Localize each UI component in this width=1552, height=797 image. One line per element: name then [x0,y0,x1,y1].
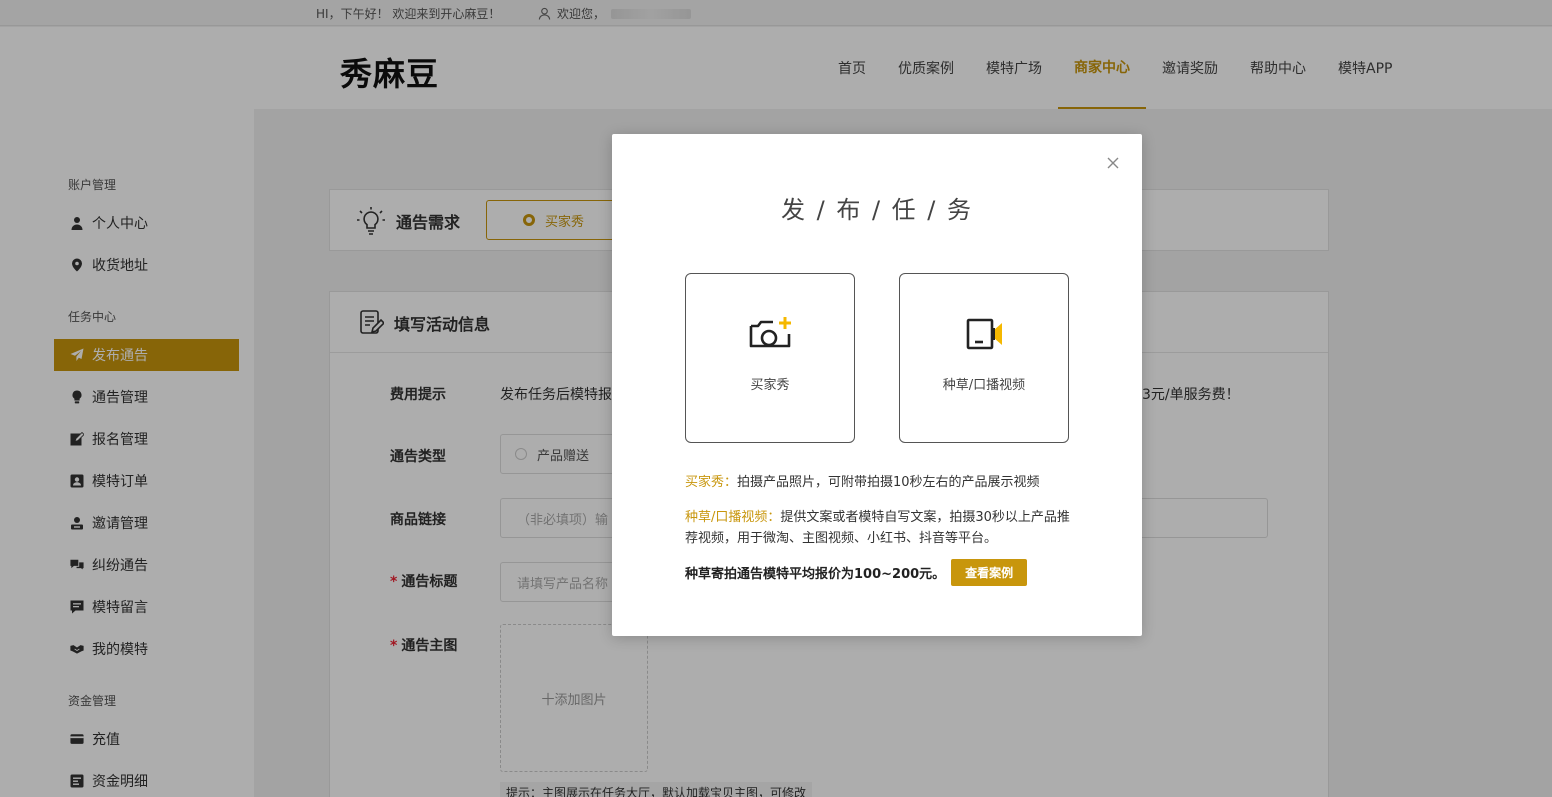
seeding-video-card-label: 种草/口播视频 [942,378,1026,393]
modal-title: 发 / 布 / 任 / 务 [780,196,974,224]
close-icon[interactable] [1104,154,1122,172]
seeding-video-card[interactable]: 种草/口播视频 [899,273,1069,443]
seeding-video-description: 种草/口播视频：提供文案或者模特自写文案，拍摄30秒以上产品推荐视频，用于微淘、… [685,510,1070,546]
buyer-show-description: 买家秀：拍摄产品照片，可附带拍摄10秒左右的产品展示视频 [685,475,1040,490]
publish-task-modal: 发 / 布 / 任 / 务 买家秀 种草/口播视频 买家秀：拍摄产品照片，可附带… [612,134,1142,636]
buyer-show-card[interactable]: 买家秀 [685,273,855,443]
buyer-show-card-label: 买家秀 [750,378,790,393]
price-note-text: 种草寄拍通告模特平均报价为100~200元。 [685,567,946,582]
price-note: 种草寄拍通告模特平均报价为100~200元。 查看案例 [685,559,1028,586]
view-case-button[interactable]: 查看案例 [951,559,1028,586]
video-speaker-icon [966,318,1002,350]
camera-plus-icon [749,317,791,348]
